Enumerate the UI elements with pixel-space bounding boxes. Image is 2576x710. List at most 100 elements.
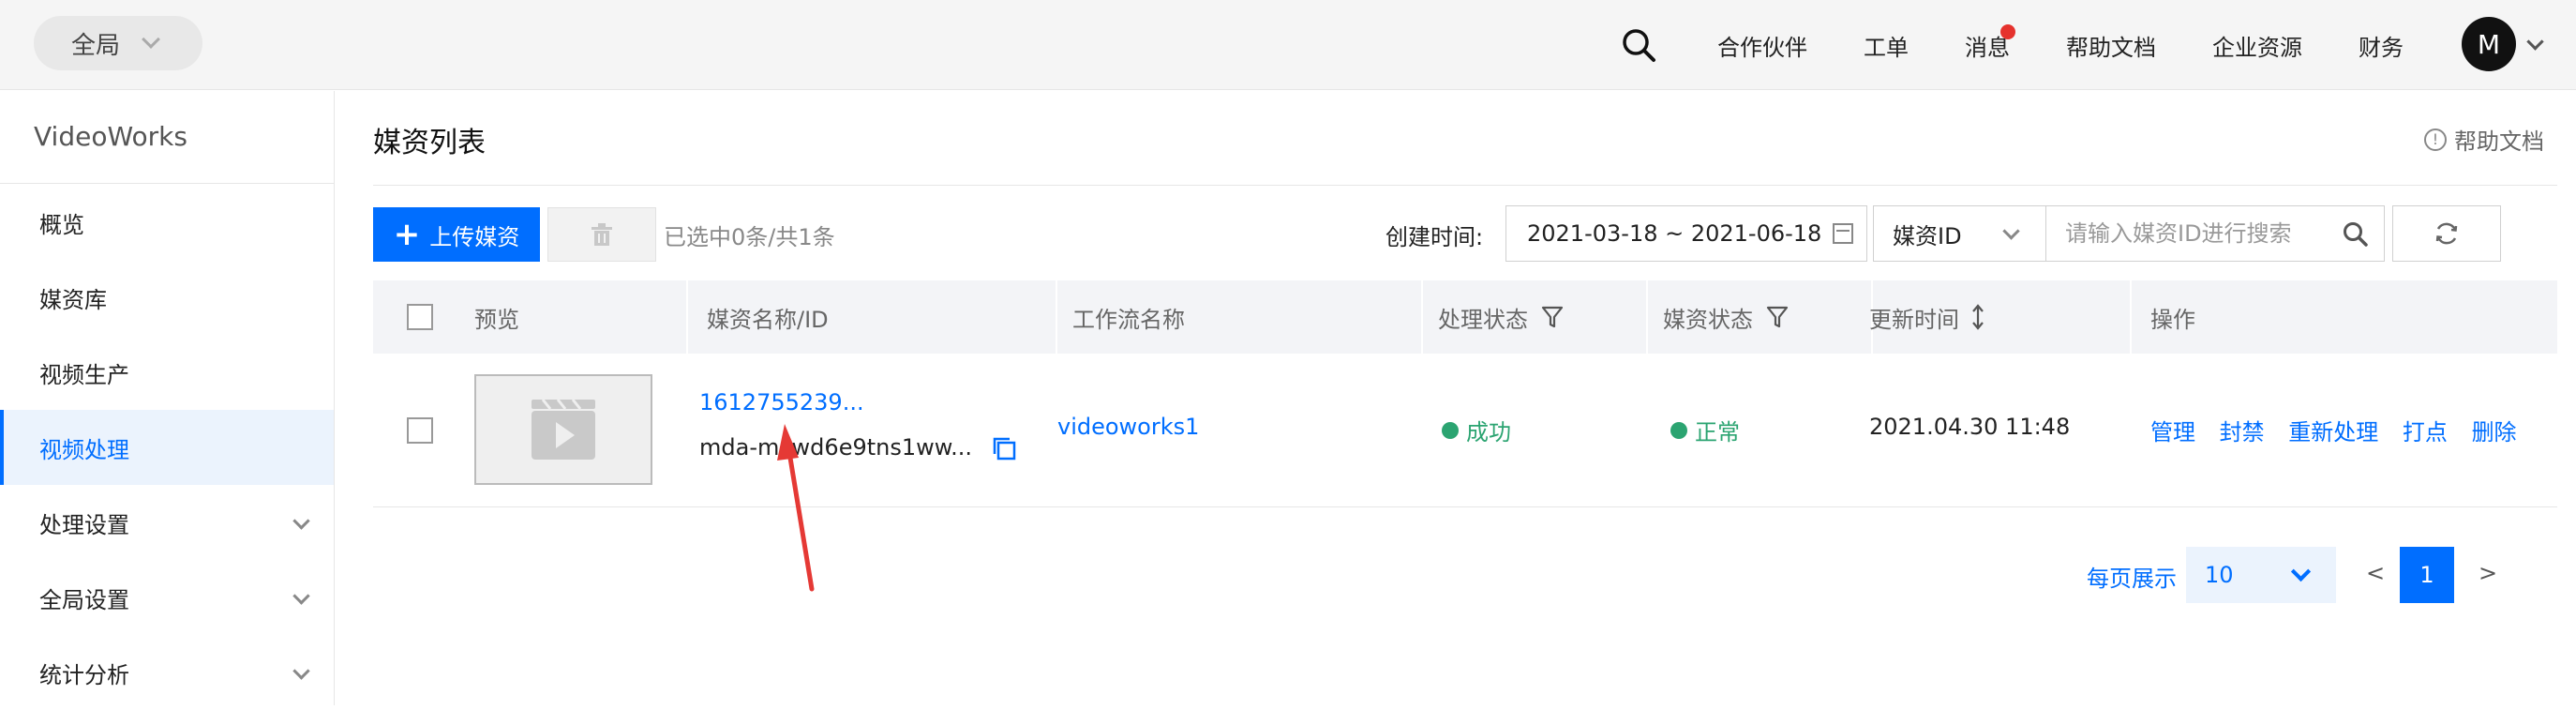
row-checkbox[interactable] <box>407 417 433 444</box>
select-all-checkbox[interactable] <box>407 304 433 330</box>
per-page-select[interactable]: 10 <box>2186 547 2336 603</box>
refresh-button[interactable] <box>2392 205 2501 262</box>
table-row: 1612755239... mda-mcwd6e9tns1ww... video… <box>373 354 2557 507</box>
media-thumbnail[interactable] <box>474 374 652 485</box>
delete-button[interactable] <box>547 207 656 262</box>
upload-media-button[interactable]: + 上传媒资 <box>373 207 540 262</box>
search-icon[interactable] <box>1620 26 1657 64</box>
chevron-down-icon[interactable] <box>2526 33 2544 51</box>
header-preview: 预览 <box>474 306 519 333</box>
help-link[interactable]: ! 帮助文档 <box>2424 123 2544 156</box>
media-id: mda-mcwd6e9tns1ww... <box>699 434 973 461</box>
header-actions: 操作 <box>2150 306 2195 333</box>
help-link-label: 帮助文档 <box>2454 128 2544 155</box>
date-range-value: 2021-03-18 ~ 2021-06-18 <box>1527 220 1822 247</box>
sidebar-item-media-library[interactable]: 媒资库 <box>0 260 334 335</box>
chevron-down-icon <box>2290 561 2312 582</box>
chevron-down-icon <box>292 662 310 680</box>
sidebar-item-processing-settings[interactable]: 处理设置 <box>0 485 334 560</box>
calendar-icon <box>1833 223 1853 244</box>
nav-partners[interactable]: 合作伙伴 <box>1717 29 1807 62</box>
column-divider <box>686 280 688 354</box>
divider <box>373 185 2557 186</box>
column-divider <box>1421 280 1423 354</box>
media-status-badge: 正常 <box>1670 414 1740 446</box>
filter-icon[interactable] <box>1541 305 1564 329</box>
chevron-down-icon <box>292 587 310 605</box>
column-divider <box>2130 280 2132 354</box>
action-delete[interactable]: 删除 <box>2472 419 2517 446</box>
sidebar-item-video-processing[interactable]: 视频处理 <box>0 410 334 485</box>
create-time-label: 创建时间: <box>1385 224 1484 250</box>
action-reprocess[interactable]: 重新处理 <box>2288 419 2378 446</box>
table-header: 预览 媒资名称/ID 工作流名称 处理状态 媒资状态 更新时间 操作 <box>373 280 2557 354</box>
sidebar-item-label: 视频生产 <box>39 361 129 388</box>
chevron-down-icon <box>2002 222 2020 240</box>
action-manage[interactable]: 管理 <box>2150 419 2195 446</box>
header-updated[interactable]: 更新时间 <box>1869 280 1985 354</box>
header-workflow: 工作流名称 <box>1072 306 1185 333</box>
filter-icon[interactable] <box>1766 305 1789 329</box>
workflow-link[interactable]: videoworks1 <box>1057 414 1199 440</box>
trash-icon <box>592 223 612 246</box>
scope-label: 全局 <box>71 31 121 60</box>
sidebar-item-label: 概览 <box>39 211 84 238</box>
search-type-select[interactable]: 媒资ID <box>1873 205 2045 262</box>
sidebar-item-statistics[interactable]: 统计分析 <box>0 635 334 710</box>
header-process-status-label: 处理状态 <box>1438 306 1528 333</box>
date-range-picker[interactable]: 2021-03-18 ~ 2021-06-18 <box>1505 205 1867 262</box>
media-name-link[interactable]: 1612755239... <box>699 389 864 415</box>
video-placeholder-icon <box>532 400 595 460</box>
prev-page-button[interactable]: < <box>2366 560 2385 586</box>
sidebar: VideoWorks 概览 媒资库 视频生产 视频处理 处理设置 全局设置 统计… <box>0 91 335 705</box>
header-process-status[interactable]: 处理状态 <box>1438 280 1564 354</box>
sidebar-brand: VideoWorks <box>34 121 187 152</box>
search-type-value: 媒资ID <box>1893 222 1962 249</box>
upload-button-label: 上传媒资 <box>429 223 520 250</box>
search-icon[interactable] <box>2342 220 2368 247</box>
divider <box>0 183 334 184</box>
column-divider <box>1646 280 1648 354</box>
column-divider <box>1056 280 1057 354</box>
page-1-button[interactable]: 1 <box>2400 547 2454 603</box>
avatar[interactable]: M <box>2462 17 2516 71</box>
nav-finance[interactable]: 财务 <box>2359 29 2404 62</box>
search-input[interactable] <box>2045 205 2385 262</box>
sort-icon[interactable] <box>1970 303 1985 331</box>
info-icon: ! <box>2424 128 2447 151</box>
sidebar-item-label: 处理设置 <box>39 511 129 538</box>
page-title: 媒资列表 <box>373 127 486 159</box>
per-page-label: 每页展示 <box>2087 566 2177 592</box>
sidebar-item-global-settings[interactable]: 全局设置 <box>0 560 334 635</box>
nav-tickets[interactable]: 工单 <box>1864 29 1909 62</box>
header-name: 媒资名称/ID <box>707 306 829 333</box>
top-bar: 全局 合作伙伴 工单 消息 帮助文档 企业资源 财务 M <box>0 0 2576 90</box>
process-status-badge: 成功 <box>1442 414 1511 446</box>
process-status-text: 成功 <box>1466 419 1511 446</box>
scope-selector[interactable]: 全局 <box>34 16 202 70</box>
nav-enterprise-resources[interactable]: 企业资源 <box>2212 29 2302 62</box>
nav-help-docs[interactable]: 帮助文档 <box>2066 29 2156 62</box>
chevron-down-icon <box>142 30 160 49</box>
selection-info: 已选中0条/共1条 <box>664 224 835 250</box>
sidebar-item-label: 全局设置 <box>39 586 129 613</box>
avatar-initial: M <box>2477 28 2501 60</box>
sidebar-item-video-production[interactable]: 视频生产 <box>0 335 334 410</box>
action-mark[interactable]: 打点 <box>2403 419 2448 446</box>
sidebar-item-label: 媒资库 <box>39 286 107 313</box>
media-status-text: 正常 <box>1695 419 1740 446</box>
per-page-value: 10 <box>2205 562 2234 588</box>
header-media-status[interactable]: 媒资状态 <box>1663 280 1789 354</box>
refresh-icon <box>2435 222 2458 245</box>
row-actions: 管理 封禁 重新处理 打点 删除 <box>2150 414 2534 446</box>
message-badge <box>2000 24 2015 39</box>
sidebar-item-label: 视频处理 <box>39 436 129 463</box>
next-page-button[interactable]: > <box>2479 560 2497 586</box>
sidebar-item-overview[interactable]: 概览 <box>0 185 334 260</box>
action-ban[interactable]: 封禁 <box>2220 419 2265 446</box>
status-dot <box>1670 421 1687 439</box>
plus-icon: + <box>393 216 421 253</box>
copy-icon[interactable] <box>992 436 1016 461</box>
select-all-checkbox-cell <box>407 280 433 354</box>
sidebar-item-label: 统计分析 <box>39 661 129 688</box>
